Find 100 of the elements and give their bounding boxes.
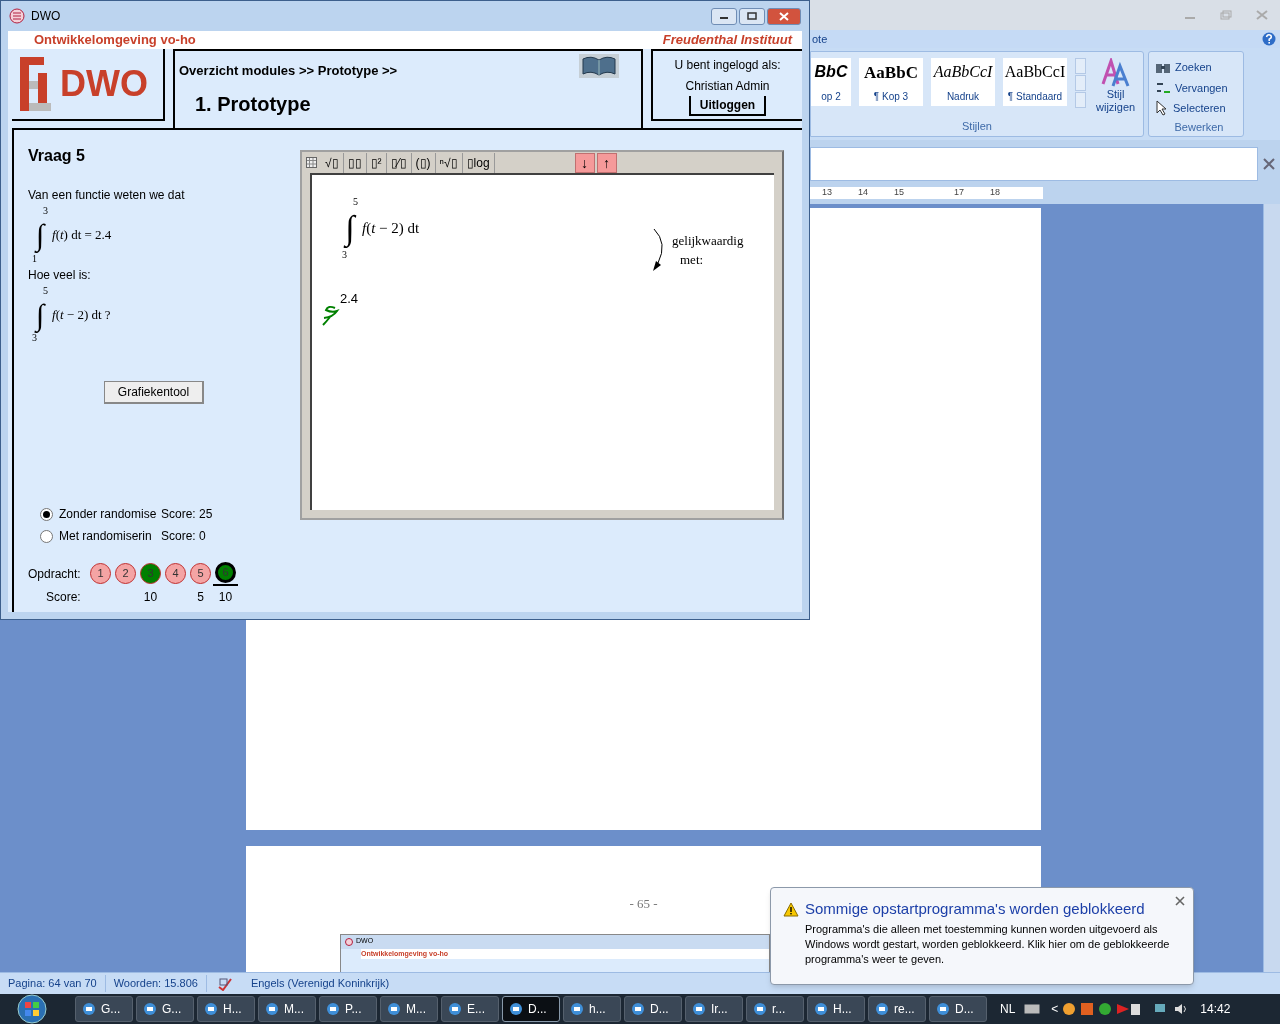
app-icon xyxy=(508,1001,524,1017)
notification-text: Programma's die alleen met toestemming kunnen worden uitgevoerd als Windows wordt gestart, worden geblokkeerd. Klik hier om de geblokkeerde programma's weer te geven. xyxy=(805,921,1171,967)
minimize-button[interactable] xyxy=(711,7,737,25)
status-text: Engels (Verenigd Koninkrijk) xyxy=(249,976,391,992)
change-style-button[interactable]: Stijl wijzigen xyxy=(1096,58,1136,114)
task-tab[interactable]: 5 xyxy=(188,561,213,586)
app-icon xyxy=(264,1001,280,1017)
ribbon-command[interactable]: Selecteren xyxy=(1155,98,1243,119)
taskbar-button[interactable]: M... xyxy=(258,996,316,1022)
ruler-number: 14 xyxy=(858,186,869,200)
environment-title: Ontwikkelomgeving vo-ho xyxy=(34,31,196,50)
taskbar-button[interactable]: H... xyxy=(807,996,865,1022)
style-gallery-item[interactable]: BbC op 2 xyxy=(811,58,851,106)
toolbar-button[interactable]: ▯▯ xyxy=(343,152,367,173)
close-icon[interactable] xyxy=(1262,158,1276,170)
close-button[interactable] xyxy=(767,7,801,25)
score-text: Score: 25 xyxy=(161,506,213,523)
taskbar-button[interactable]: h... xyxy=(563,996,621,1022)
app-icon xyxy=(569,1001,585,1017)
notification-title: Sommige opstartprogramma's worden geblokkeerd xyxy=(805,899,1145,919)
question-text: Van een functie weten we dat xyxy=(28,187,186,204)
spellcheck-icon[interactable] xyxy=(216,976,233,991)
radio-button[interactable] xyxy=(40,529,53,543)
taskbar-button[interactable]: G... xyxy=(136,996,194,1022)
score-label: Score: xyxy=(45,589,82,606)
integral-expression: f(t) dt = 2.4 xyxy=(52,226,112,244)
style-gallery-item[interactable]: AaBbCcI Nadruk xyxy=(931,58,995,106)
app-icon xyxy=(203,1001,219,1017)
task-tab[interactable]: 4 xyxy=(163,561,188,586)
taskbar-button[interactable]: re... xyxy=(868,996,926,1022)
upper-bound: 3 xyxy=(43,206,48,216)
app-icon xyxy=(325,1001,341,1017)
ribbon-command[interactable]: Vervangen xyxy=(1155,77,1243,98)
taskbar-button[interactable]: G... xyxy=(75,996,133,1022)
integral-sign: ∫ xyxy=(35,295,45,333)
lower-bound: 3 xyxy=(32,333,37,343)
app-icon xyxy=(9,8,25,24)
notification-balloon[interactable] xyxy=(770,887,1194,985)
ruler-number: 18 xyxy=(990,186,1001,200)
taskbar-button[interactable]: D... xyxy=(502,996,560,1022)
help-icon[interactable] xyxy=(1262,32,1276,46)
squiggle-mark-icon xyxy=(320,305,340,327)
institute-name: Freudenthal Instituut xyxy=(662,31,792,50)
taskbar-button[interactable]: P... xyxy=(319,996,377,1022)
close-icon xyxy=(779,11,789,21)
task-score: 10 xyxy=(143,589,158,606)
grid-icon[interactable] xyxy=(306,157,317,168)
logo-icon xyxy=(18,55,52,113)
arrow-button[interactable]: ↑ xyxy=(596,152,617,173)
taskbar-button[interactable]: M... xyxy=(380,996,438,1022)
radio-label: Met randomiserin xyxy=(59,528,153,545)
maximize-icon xyxy=(747,12,757,20)
app-icon xyxy=(813,1001,829,1017)
maximize-button[interactable] xyxy=(739,7,765,25)
logout-button[interactable]: Uitloggen xyxy=(688,96,767,116)
language-indicator[interactable]: NL xyxy=(1000,1000,1016,1018)
group-label: Stijlen xyxy=(962,118,992,134)
app-icon xyxy=(386,1001,402,1017)
tray-icons-drawing[interactable] xyxy=(1061,1001,1142,1017)
ribbon-tab[interactable]: ote xyxy=(812,30,828,48)
task-label: Opdracht: xyxy=(28,565,82,583)
ruler-number: 13 xyxy=(822,186,832,200)
toolbar-button[interactable]: ▯⁄▯ xyxy=(386,152,412,173)
toolbar-button[interactable]: ⁿ√▯ xyxy=(435,152,463,173)
taskbar-button[interactable]: r... xyxy=(746,996,804,1022)
toolbar-button[interactable]: ▯log xyxy=(462,152,495,173)
task-score: 10 xyxy=(218,589,233,606)
integral-sign: ∫ xyxy=(345,208,355,250)
user-name: Christian Admin xyxy=(685,78,770,95)
lower-bound: 1 xyxy=(32,253,37,264)
app-icon xyxy=(345,937,353,946)
toolbar-button[interactable]: (▯) xyxy=(411,152,436,173)
taskbar-button[interactable]: Ir... xyxy=(685,996,743,1022)
task-tab[interactable]: 1 xyxy=(88,561,113,586)
logo-text: DWO xyxy=(60,66,148,102)
radio-button[interactable] xyxy=(40,507,53,521)
task-tab[interactable]: 2 xyxy=(113,561,138,586)
task-score: 5 xyxy=(197,589,204,606)
taskbar-button[interactable]: H... xyxy=(197,996,255,1022)
style-gallery-item[interactable]: AaBbCcI ¶ Standaard xyxy=(1003,58,1067,106)
ribbon-command[interactable]: Zoeken xyxy=(1155,57,1243,78)
ruler-number: 17 xyxy=(954,186,965,200)
taskbar-button[interactable]: D... xyxy=(929,996,987,1022)
clock[interactable]: 14:42 xyxy=(1200,1000,1231,1018)
toolbar-button[interactable]: √▯ xyxy=(321,152,344,173)
integral-expression: f(t − 2) dt ? xyxy=(52,305,111,324)
tray-expand[interactable]: < xyxy=(1051,1000,1059,1018)
keyboard-icon[interactable] xyxy=(1024,1004,1041,1014)
lower-bound: 3 xyxy=(342,249,347,260)
upper-bound: 5 xyxy=(353,197,358,207)
toolbar-button[interactable]: ▯² xyxy=(366,152,387,173)
arrow-button[interactable]: ↓ xyxy=(574,152,595,173)
style-gallery-item[interactable]: AaBbC ¶ Kop 3 xyxy=(859,58,923,106)
breadcrumb: Overzicht modules >> Prototype >> xyxy=(179,62,398,80)
warning-icon xyxy=(783,901,799,917)
graph-tool-button[interactable]: Grafiekentool xyxy=(104,381,204,404)
taskbar-button[interactable]: D... xyxy=(624,996,682,1022)
taskbar-button[interactable]: E... xyxy=(441,996,499,1022)
close-icon[interactable] xyxy=(1175,896,1185,906)
ruler-number: 15 xyxy=(894,186,905,200)
